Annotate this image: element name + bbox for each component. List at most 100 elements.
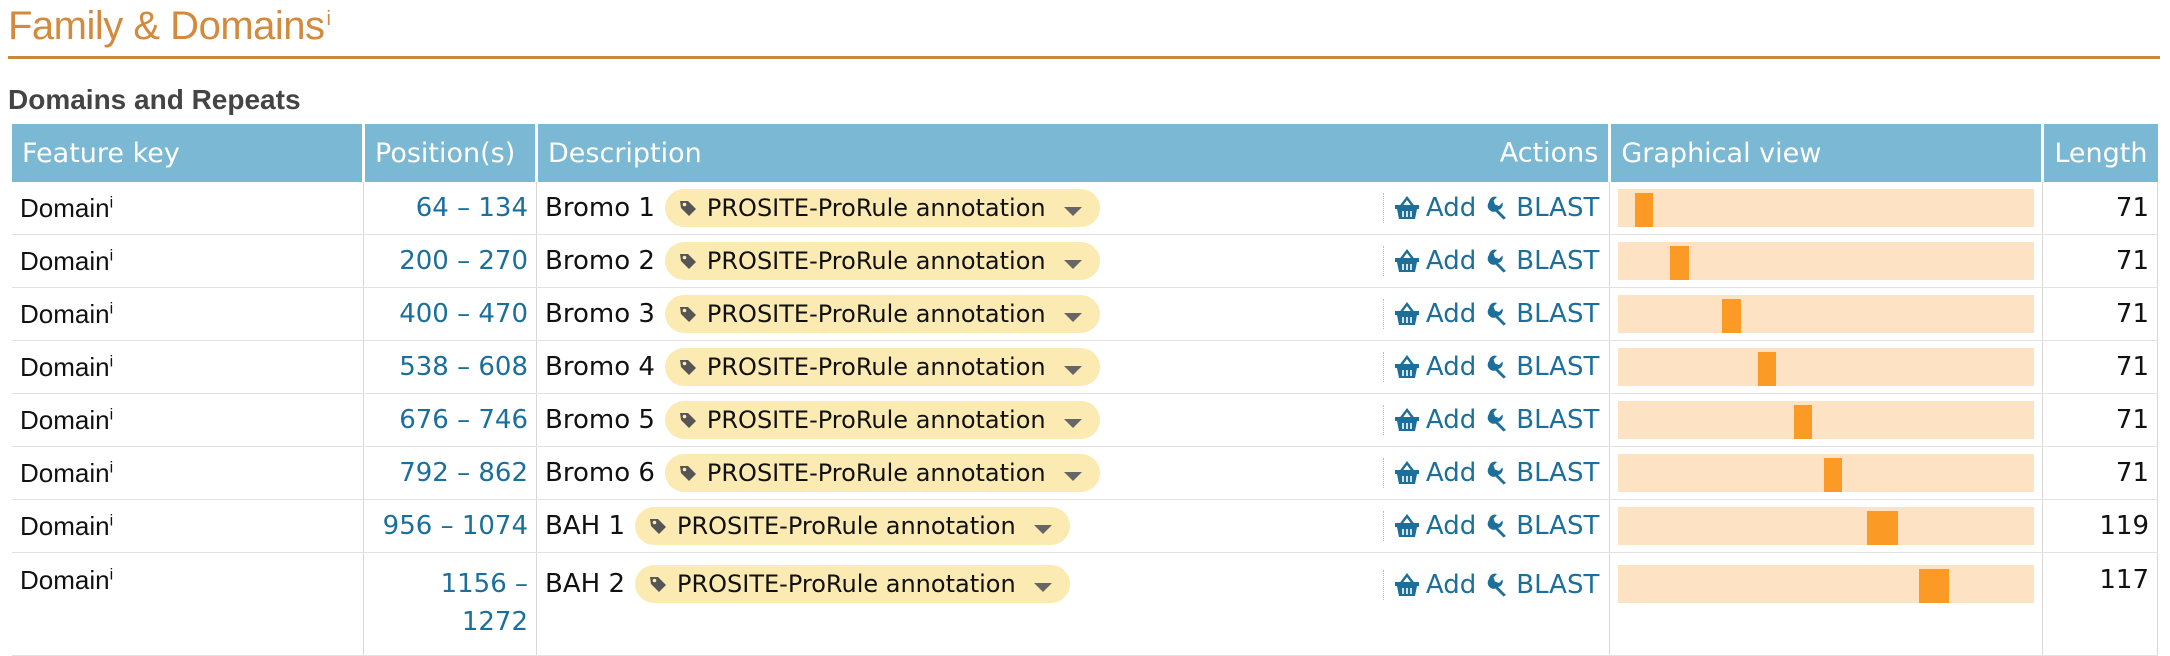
evidence-pill[interactable]: PROSITE-ProRule annotation [664, 401, 1100, 439]
blast-button[interactable]: BLAST [1486, 299, 1599, 329]
blast-button[interactable]: BLAST [1486, 458, 1599, 488]
info-icon[interactable]: i [110, 566, 114, 583]
description-cell: BAH 1 PROSITE-ProRule annotation Add BLAS… [536, 499, 1611, 553]
domain-mark[interactable] [1918, 569, 1950, 603]
description-cell: Bromo 4 PROSITE-ProRule annotation Add BL… [536, 340, 1611, 394]
header-graphical-view[interactable]: Graphical view [1609, 124, 2045, 182]
wrench-icon [1487, 302, 1507, 326]
blast-button[interactable]: BLAST [1486, 511, 1599, 541]
blast-button[interactable]: BLAST [1486, 193, 1599, 223]
header-feature-key[interactable]: Feature key [12, 124, 365, 182]
info-icon[interactable]: i [110, 300, 114, 317]
info-icon[interactable]: i [327, 8, 331, 30]
blast-button[interactable]: BLAST [1486, 405, 1599, 435]
position-link[interactable]: 64 – 134 [416, 189, 528, 227]
actions: Add BLAST [1382, 405, 1599, 435]
length-cell: 71 [2042, 234, 2158, 288]
blast-label: BLAST [1516, 246, 1600, 276]
basket-icon [1394, 461, 1419, 484]
info-icon[interactable]: i [110, 353, 114, 370]
evidence-pill[interactable]: PROSITE-ProRule annotation [634, 565, 1070, 603]
evidence-pill[interactable]: PROSITE-ProRule annotation [664, 454, 1100, 492]
info-icon[interactable]: i [110, 194, 114, 211]
domain-name: Bromo 3 [545, 299, 655, 329]
table-body: Domaini 64 – 134 Bromo 1 PROSITE-ProRule … [12, 182, 2158, 656]
add-to-basket-button[interactable]: Add [1394, 405, 1476, 435]
basket-icon [1394, 355, 1419, 378]
tag-icon [679, 307, 696, 322]
domain-mark[interactable] [1670, 246, 1689, 280]
domain-name: BAH 2 [545, 569, 625, 599]
feature-key-cell: Domaini [12, 552, 364, 656]
position-link[interactable]: 1156 – 1272 [418, 565, 528, 641]
position-link[interactable]: 676 – 746 [399, 401, 528, 439]
domain-mark[interactable] [1758, 352, 1777, 386]
evidence-pill[interactable]: PROSITE-ProRule annotation [634, 507, 1070, 545]
domain-mark[interactable] [1866, 511, 1898, 545]
add-label: Add [1425, 299, 1477, 329]
caret-down-icon[interactable] [1063, 312, 1082, 322]
domain-name: Bromo 5 [545, 405, 655, 435]
basket-icon [1394, 514, 1419, 537]
position-link[interactable]: 792 – 862 [399, 454, 528, 492]
length-cell: 117 [2042, 552, 2158, 656]
domain-mark[interactable] [1722, 299, 1741, 333]
evidence-pill[interactable]: PROSITE-ProRule annotation [664, 189, 1100, 227]
add-to-basket-button[interactable]: Add [1394, 246, 1476, 276]
info-icon[interactable]: i [110, 406, 114, 423]
blast-button[interactable]: BLAST [1486, 352, 1599, 382]
tag-icon [679, 201, 696, 216]
caret-down-icon[interactable] [1063, 471, 1082, 481]
info-icon[interactable]: i [110, 512, 114, 529]
caret-down-icon[interactable] [1033, 524, 1052, 534]
position-link[interactable]: 400 – 470 [399, 295, 528, 333]
evidence-pill[interactable]: PROSITE-ProRule annotation [664, 295, 1100, 333]
position-link[interactable]: 956 – 1074 [383, 507, 528, 545]
blast-button[interactable]: BLAST [1486, 246, 1599, 276]
sequence-track [1618, 565, 2035, 603]
tag-icon [649, 519, 666, 534]
caret-down-icon[interactable] [1063, 206, 1082, 216]
evidence-pill[interactable]: PROSITE-ProRule annotation [664, 348, 1100, 386]
info-icon[interactable]: i [110, 459, 114, 476]
add-to-basket-button[interactable]: Add [1394, 193, 1476, 223]
caret-down-icon[interactable] [1063, 259, 1082, 269]
add-to-basket-button[interactable]: Add [1394, 511, 1476, 541]
blast-label: BLAST [1516, 299, 1600, 329]
domain-mark[interactable] [1824, 458, 1843, 492]
caret-down-icon[interactable] [1063, 365, 1082, 375]
position-cell: 200 – 270 [363, 234, 537, 288]
length-cell: 71 [2042, 182, 2158, 235]
table-row: Domaini 64 – 134 Bromo 1 PROSITE-ProRule … [12, 182, 2158, 235]
actions: Add BLAST [1382, 299, 1599, 329]
evidence-pill[interactable]: PROSITE-ProRule annotation [664, 242, 1100, 280]
caret-down-icon[interactable] [1033, 582, 1052, 592]
header-positions[interactable]: Position(s) [363, 124, 538, 182]
add-to-basket-button[interactable]: Add [1394, 299, 1476, 329]
add-to-basket-button[interactable]: Add [1394, 352, 1476, 382]
add-to-basket-button[interactable]: Add [1394, 570, 1476, 600]
position-link[interactable]: 538 – 608 [399, 348, 528, 386]
feature-key: Domain [20, 510, 110, 541]
description-cell: BAH 2 PROSITE-ProRule annotation Add BLAS… [536, 552, 1611, 656]
basket-icon [1394, 408, 1419, 431]
info-icon[interactable]: i [110, 247, 114, 264]
table-row: Domaini 1156 – 1272 BAH 2 PROSITE-ProRule… [12, 552, 2158, 656]
domain-mark[interactable] [1794, 405, 1813, 439]
caret-down-icon[interactable] [1063, 418, 1082, 428]
graphical-view-cell [1609, 446, 2044, 500]
domain-name: BAH 1 [545, 511, 625, 541]
sequence-track [1618, 242, 2035, 280]
header-description[interactable]: Description Actions [536, 124, 1612, 182]
header-length[interactable]: Length [2042, 124, 2158, 182]
tag-icon [679, 360, 696, 375]
position-link[interactable]: 200 – 270 [399, 242, 528, 280]
description-cell: Bromo 3 PROSITE-ProRule annotation Add BL… [536, 287, 1611, 341]
feature-key-cell: Domaini [12, 234, 364, 288]
description-cell: Bromo 6 PROSITE-ProRule annotation Add BL… [536, 446, 1611, 500]
header-description-label: Description [548, 137, 702, 169]
sequence-track [1618, 454, 2035, 492]
domain-mark[interactable] [1634, 193, 1654, 227]
blast-button[interactable]: BLAST [1486, 570, 1599, 600]
add-to-basket-button[interactable]: Add [1394, 458, 1476, 488]
